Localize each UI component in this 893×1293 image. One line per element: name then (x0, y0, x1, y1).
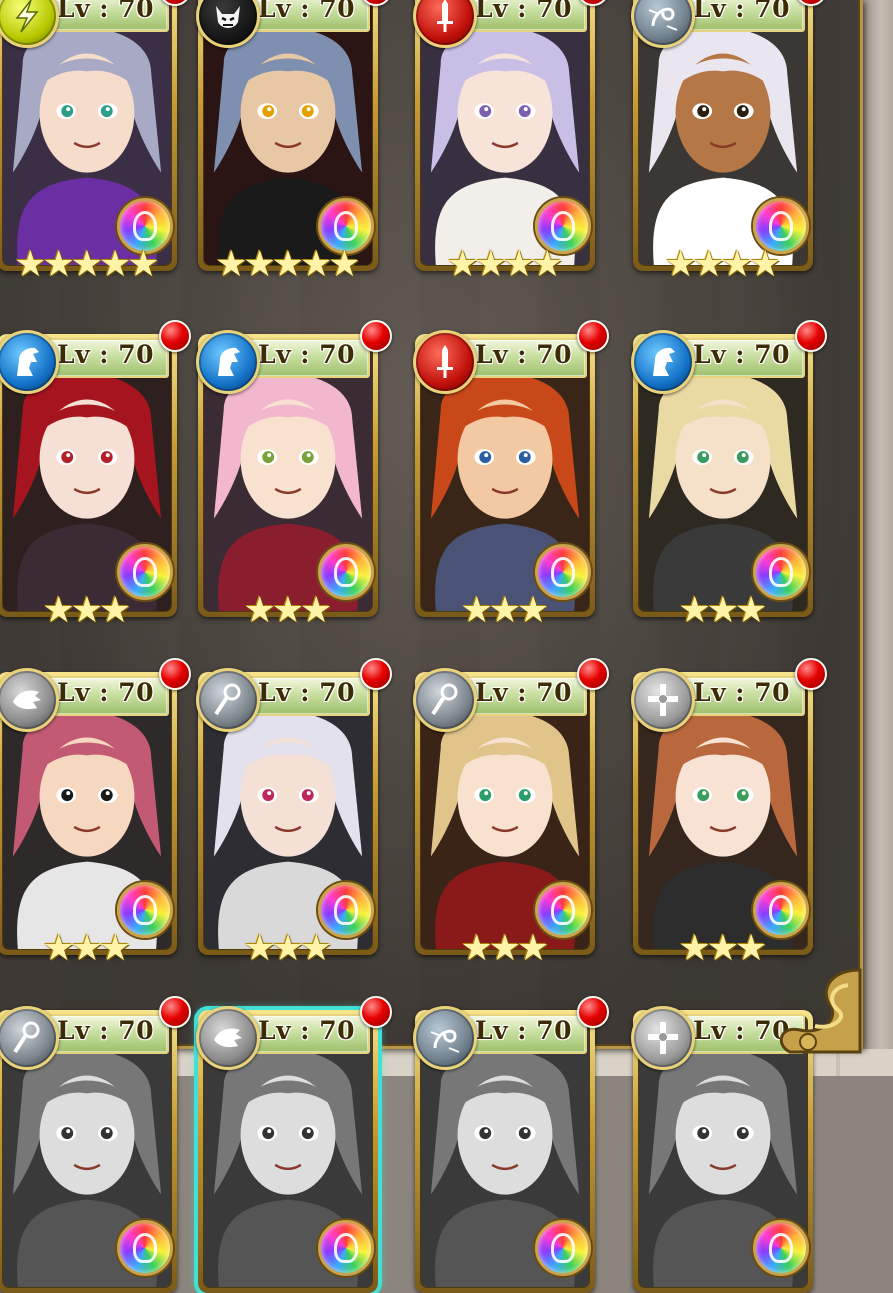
unit-card[interactable]: Lv : 70 ★ ★ ★ ★ ★ (196, 0, 392, 283)
notification-dot (795, 658, 827, 690)
notification-dot (795, 320, 827, 352)
rarity-stars: ★ ★ ★ (415, 931, 595, 967)
rarity-stars: ★ ★ ★ (415, 593, 595, 629)
star-icon: ★ (300, 928, 333, 969)
corner-ornament (779, 968, 862, 1054)
unit-card[interactable]: Lv : 70 (413, 996, 609, 1293)
unit-level: Lv : 70 (693, 340, 791, 369)
staff-class-icon (196, 668, 260, 732)
unit-card[interactable]: Lv : 70 ★ ★ ★ (631, 320, 827, 629)
rarity-stars: ★ ★ ★ (0, 931, 177, 967)
rarity-stars: ★ ★ ★ (0, 593, 177, 629)
rarity-stars: ★ ★ ★ ★ (415, 247, 595, 283)
background-pillar (863, 0, 893, 1076)
notification-dot (360, 996, 392, 1028)
rarity-stars: ★ ★ ★ (198, 593, 378, 629)
rarity-stars: ★ ★ ★ ★ ★ (198, 247, 378, 283)
unit-level: Lv : 70 (258, 340, 356, 369)
unit-level: Lv : 70 (57, 0, 155, 23)
notification-dot (360, 658, 392, 690)
notification-dot (360, 320, 392, 352)
rarity-stars: ★ ★ ★ ★ (633, 247, 813, 283)
knight-class-icon (631, 330, 695, 394)
star-icon: ★ (531, 244, 564, 285)
cross-class-icon (631, 668, 695, 732)
star-icon: ★ (328, 244, 361, 285)
unit-card[interactable]: Lv : 70 ★ ★ ★ ★ (631, 0, 827, 283)
unit-level: Lv : 70 (693, 0, 791, 23)
notification-dot (577, 320, 609, 352)
cross-class-icon (631, 1006, 695, 1070)
unit-level: Lv : 70 (57, 1016, 155, 1045)
unit-level: Lv : 70 (258, 678, 356, 707)
dragon-class-icon (196, 1006, 260, 1070)
rarity-stars: ★ ★ ★ (198, 931, 378, 967)
star-icon: ★ (127, 244, 160, 285)
star-icon: ★ (749, 244, 782, 285)
rarity-stars: ★ ★ ★ (633, 593, 813, 629)
notification-dot (577, 996, 609, 1028)
unit-level: Lv : 70 (57, 678, 155, 707)
notification-dot (159, 996, 191, 1028)
star-icon: ★ (99, 928, 132, 969)
unit-card[interactable]: Lv : 70 (196, 996, 392, 1293)
unit-card[interactable]: Lv : 70 ★ ★ ★ (196, 658, 392, 967)
unit-level: Lv : 70 (693, 678, 791, 707)
sword-class-icon (413, 330, 477, 394)
star-icon: ★ (300, 590, 333, 631)
unit-card[interactable]: Lv : 70 ★ ★ ★ ★ (413, 0, 609, 283)
rainbow-element-icon (753, 1220, 809, 1276)
unit-card[interactable]: Lv : 70 (0, 996, 191, 1293)
unit-card[interactable]: Lv : 70 ★ ★ ★ (196, 320, 392, 629)
unit-card[interactable]: Lv : 70 ★ ★ ★ (0, 320, 191, 629)
star-icon: ★ (517, 928, 550, 969)
unit-level: Lv : 70 (258, 0, 356, 23)
unit-card[interactable]: Lv : 70 ★ ★ ★ (413, 320, 609, 629)
staff-class-icon (413, 668, 477, 732)
unit-level: Lv : 70 (57, 340, 155, 369)
unit-card[interactable]: Lv : 70 ★ ★ ★ ★ ★ (0, 0, 191, 283)
rarity-stars: ★ ★ ★ ★ ★ (0, 247, 177, 283)
knight-class-icon (196, 330, 260, 394)
unit-card[interactable]: Lv : 70 ★ ★ ★ (0, 658, 191, 967)
star-icon: ★ (99, 590, 132, 631)
notification-dot (577, 658, 609, 690)
star-icon: ★ (735, 590, 768, 631)
unit-level: Lv : 70 (475, 340, 573, 369)
unit-card[interactable]: Lv : 70 ★ ★ ★ (413, 658, 609, 967)
rainbow-element-icon (318, 1220, 374, 1276)
star-icon: ★ (517, 590, 550, 631)
unit-card[interactable]: Lv : 70 ★ ★ ★ (631, 658, 827, 967)
rainbow-element-icon (535, 1220, 591, 1276)
notification-dot (159, 320, 191, 352)
mage-class-icon (413, 1006, 477, 1070)
unit-level: Lv : 70 (475, 0, 573, 23)
rainbow-element-icon (117, 1220, 173, 1276)
notification-dot (159, 658, 191, 690)
unit-level: Lv : 70 (475, 678, 573, 707)
unit-level: Lv : 70 (475, 1016, 573, 1045)
unit-level: Lv : 70 (258, 1016, 356, 1045)
